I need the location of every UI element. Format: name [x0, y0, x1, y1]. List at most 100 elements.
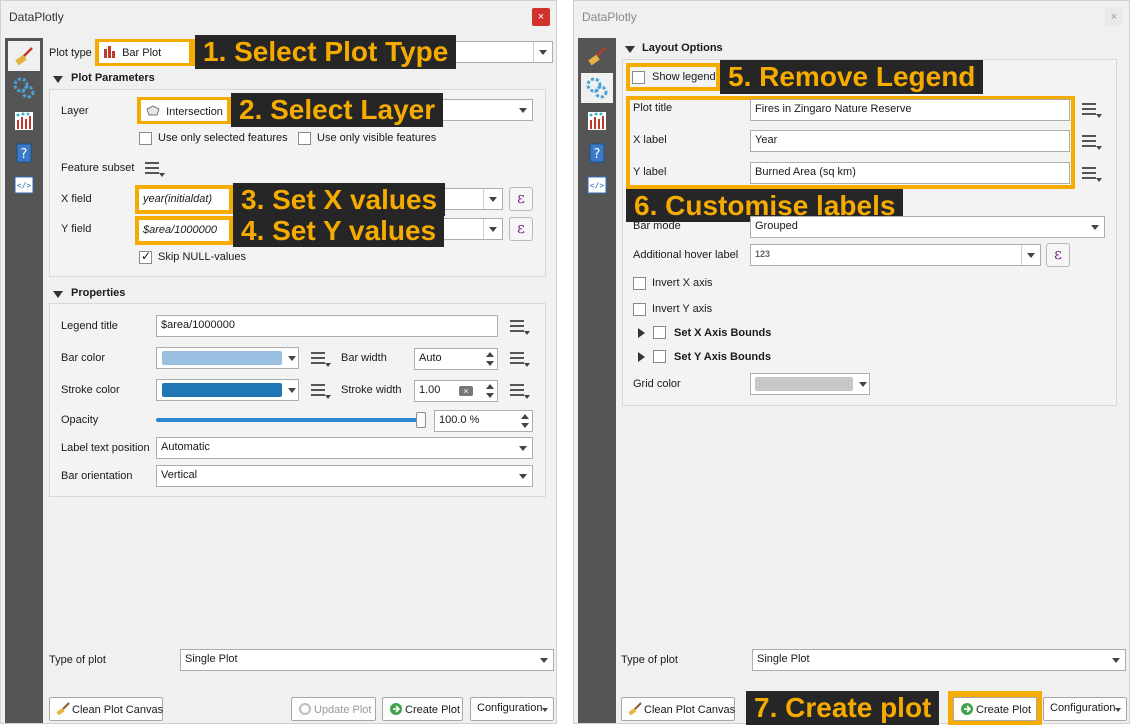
x-field-expression-button[interactable]: ε — [509, 187, 533, 211]
create-plot-button[interactable]: Create Plot — [953, 697, 1037, 721]
opacity-slider-track[interactable] — [156, 412, 426, 428]
bar-width-override-button[interactable] — [507, 347, 531, 369]
bar-mode-combo[interactable]: Grouped — [750, 216, 1105, 238]
sidebar-item-properties[interactable] — [8, 73, 40, 103]
scatter-chart-icon — [15, 112, 33, 130]
type-of-plot-value: Single Plot — [757, 653, 810, 665]
stroke-color-override-button[interactable] — [308, 379, 332, 401]
feature-subset-override-button[interactable] — [142, 157, 166, 179]
show-legend-label: Show legend — [652, 71, 716, 83]
left-window-title: DataPlotly — [9, 10, 64, 24]
invert-x-label: Invert X axis — [652, 277, 713, 289]
y-bounds-expand-icon[interactable] — [638, 352, 645, 362]
y-bounds-checkbox[interactable] — [653, 350, 666, 363]
layout-options-collapse-icon[interactable] — [625, 46, 635, 53]
bar-width-label: Bar width — [341, 352, 387, 364]
y-field-expression-button[interactable]: ε — [509, 217, 533, 241]
properties-collapse-icon[interactable] — [53, 291, 63, 298]
opacity-value: 100.0 % — [439, 414, 480, 426]
x-field-value[interactable]: year(initialdat) — [139, 189, 229, 210]
plot-type-value-box[interactable]: Bar Plot — [99, 42, 189, 63]
sidebar-item-layout[interactable] — [581, 106, 613, 136]
left-dataplotly-window: DataPlotly × ? </> Plot type Bar Plot 1.… — [0, 0, 557, 724]
bar-color-label: Bar color — [61, 352, 106, 364]
type-of-plot-combo[interactable]: Single Plot — [180, 649, 554, 671]
type-of-plot-label: Type of plot — [49, 654, 106, 666]
grid-color-button[interactable] — [750, 373, 870, 395]
opacity-slider-fill — [156, 418, 426, 422]
svg-text:?: ? — [21, 147, 28, 162]
sidebar-item-help[interactable]: ? — [581, 138, 613, 168]
plot-title-input[interactable]: Fires in Zingaro Nature Reserve — [750, 99, 1070, 121]
right-close-button[interactable]: × — [1105, 8, 1123, 26]
stroke-width-override-button[interactable] — [507, 379, 531, 401]
configuration-label: Configuration — [477, 702, 543, 714]
y-label-input[interactable]: Burned Area (sq km) — [750, 162, 1070, 184]
y-label-override-button[interactable] — [1079, 162, 1103, 184]
bar-color-button[interactable] — [156, 347, 299, 369]
stroke-width-spinbox[interactable]: 1.00 × — [414, 380, 498, 402]
update-plot-label: Update Plot — [314, 704, 372, 716]
callout-step3: 3. Set X values — [233, 183, 446, 216]
sidebar-item-plot-type[interactable] — [581, 41, 613, 71]
layer-value-box[interactable]: Intersection — [141, 100, 227, 121]
svg-text:?: ? — [594, 147, 601, 162]
configuration-button[interactable]: Configuration — [1043, 697, 1127, 721]
help-icon: ? — [16, 143, 32, 163]
create-plot-button[interactable]: Create Plot — [382, 697, 463, 721]
bar-width-spinbox[interactable]: Auto — [414, 348, 498, 370]
use-selected-checkbox[interactable] — [139, 132, 152, 145]
right-sidebar: ? </> — [578, 38, 616, 723]
hover-label-value: 123 — [755, 249, 771, 259]
clean-plot-canvas-button[interactable]: Clean Plot Canvas — [621, 697, 735, 721]
right-titlebar: DataPlotly × — [574, 1, 1129, 34]
left-sidebar: ? </> — [5, 38, 43, 723]
skip-null-checkbox[interactable] — [139, 249, 152, 264]
scatter-chart-icon — [588, 112, 606, 130]
plot-parameters-collapse-icon[interactable] — [53, 76, 63, 83]
y-bounds-label: Set Y Axis Bounds — [674, 351, 771, 363]
stroke-color-button[interactable] — [156, 379, 299, 401]
use-visible-checkbox[interactable] — [298, 132, 311, 145]
bar-orientation-combo[interactable]: Vertical — [156, 465, 533, 487]
sidebar-item-layout[interactable] — [8, 106, 40, 136]
code-icon: </> — [587, 176, 607, 194]
hover-label-expression-button[interactable]: ε — [1046, 243, 1070, 267]
x-label-override-button[interactable] — [1079, 130, 1103, 152]
create-plot-icon — [390, 703, 402, 715]
sidebar-item-properties[interactable] — [581, 73, 613, 103]
gears-icon — [586, 77, 608, 99]
opacity-slider-handle[interactable] — [416, 412, 426, 428]
configuration-button[interactable]: Configuration — [470, 697, 554, 721]
right-window-title: DataPlotly — [582, 10, 637, 24]
y-field-value[interactable]: $area/1000000 — [139, 220, 229, 241]
hover-label-combo[interactable]: 123 — [750, 244, 1041, 266]
bar-color-override-button[interactable] — [308, 347, 332, 369]
broom-icon — [588, 47, 606, 66]
bar-width-value: Auto — [419, 352, 442, 364]
show-legend-checkbox[interactable] — [632, 71, 645, 84]
label-text-position-combo[interactable]: Automatic — [156, 437, 533, 459]
opacity-spinbox[interactable]: 100.0 % — [434, 410, 533, 432]
gears-icon — [13, 77, 35, 99]
invert-x-checkbox[interactable] — [633, 277, 646, 290]
plot-title-override-button[interactable] — [1079, 98, 1103, 120]
sidebar-item-plot-type[interactable] — [8, 41, 40, 71]
chevron-down-icon — [1115, 708, 1121, 712]
left-close-button[interactable]: × — [532, 8, 550, 26]
label-text-position-value: Automatic — [161, 441, 210, 453]
x-bounds-checkbox[interactable] — [653, 326, 666, 339]
clear-icon[interactable]: × — [459, 386, 473, 396]
clean-plot-canvas-button[interactable]: Clean Plot Canvas — [49, 697, 163, 721]
sidebar-item-code[interactable]: </> — [8, 170, 40, 200]
type-of-plot-combo[interactable]: Single Plot — [752, 649, 1126, 671]
x-bounds-expand-icon[interactable] — [638, 328, 645, 338]
bar-orientation-label: Bar orientation — [61, 470, 133, 482]
invert-y-checkbox[interactable] — [633, 303, 646, 316]
legend-title-override-button[interactable] — [507, 315, 531, 337]
sidebar-item-code[interactable]: </> — [581, 170, 613, 200]
legend-title-input[interactable]: $area/1000000 — [156, 315, 498, 337]
x-label-input[interactable]: Year — [750, 130, 1070, 152]
update-plot-button[interactable]: Update Plot — [291, 697, 376, 721]
sidebar-item-help[interactable]: ? — [8, 138, 40, 168]
